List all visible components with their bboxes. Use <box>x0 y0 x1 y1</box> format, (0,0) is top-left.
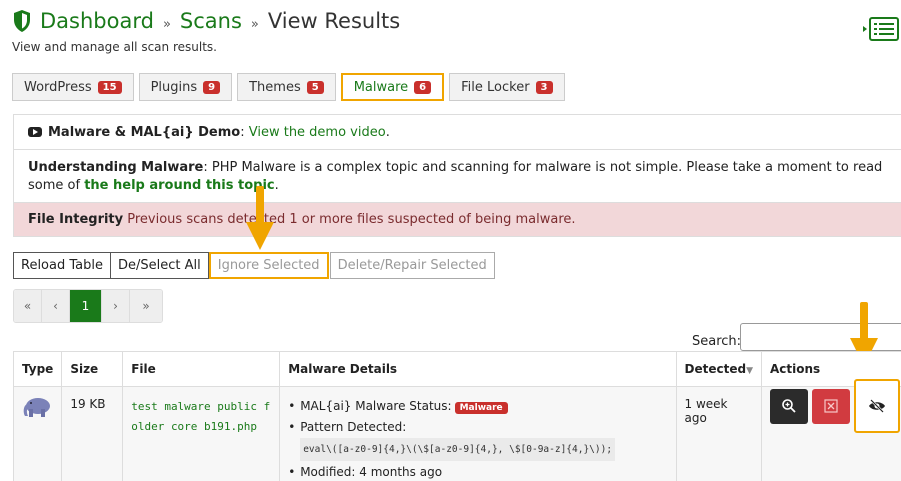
understanding-period: . <box>274 178 279 193</box>
close-icon <box>824 399 838 413</box>
table-row[interactable]: 19 KB test malware public folder core b1… <box>12 379 901 481</box>
search-label: Search: <box>692 334 742 349</box>
reload-table-button[interactable]: Reload Table <box>13 252 111 279</box>
breadcrumb-separator: » <box>162 16 171 32</box>
tab-label: WordPress <box>24 79 92 95</box>
eye-slash-icon <box>869 399 885 413</box>
delete-file-button[interactable] <box>812 388 850 424</box>
next-page-button[interactable]: › <box>102 290 130 322</box>
integrity-text: Previous scans detected 1 or more files … <box>123 212 576 227</box>
tab-malware[interactable]: Malware 6 <box>340 73 445 101</box>
ignore-selected-button[interactable]: Ignore Selected <box>208 252 329 279</box>
understanding-title: Understanding Malware <box>28 160 204 175</box>
info-panel: Malware & MAL{ai} Demo: View the demo vi… <box>13 114 901 237</box>
malware-status-item: MAL{ai} Malware Status:Malware <box>288 397 667 418</box>
select-all-button[interactable]: De/Select All <box>109 252 209 279</box>
page-title: View Results <box>267 9 401 33</box>
demo-row: Malware & MAL{ai} Demo: View the demo vi… <box>14 115 901 150</box>
delete-repair-selected-button[interactable]: Delete/Repair Selected <box>329 252 495 279</box>
tab-label: Plugins <box>150 79 198 95</box>
tab-file-locker[interactable]: File Locker 3 <box>449 73 565 101</box>
header-type[interactable]: Type <box>12 351 63 387</box>
malware-results-table: Type Size File Malware Details Detected▼… <box>12 351 901 481</box>
demo-colon: : <box>240 124 245 140</box>
breadcrumb: Dashboard » Scans » View Results <box>12 6 400 36</box>
pattern-code: eval\([a-z0-9]{4,}\(\$[a-z0-9]{4,}, \$[0… <box>300 438 616 461</box>
tab-wordpress[interactable]: WordPress 15 <box>12 73 134 101</box>
php-elephant-icon <box>23 398 50 417</box>
malware-status-label: MAL{ai} Malware Status: <box>300 399 452 413</box>
malware-status-badge: Malware <box>454 402 508 414</box>
header-detected[interactable]: Detected▼ <box>675 351 762 387</box>
count-badge: 3 <box>535 80 553 94</box>
shield-icon <box>14 10 30 32</box>
integrity-title: File Integrity <box>28 212 124 227</box>
count-badge: 6 <box>414 80 432 94</box>
file-cell: test malware public folder core b191.php <box>122 386 281 481</box>
count-badge: 9 <box>203 80 221 94</box>
tab-label: Malware <box>353 79 409 95</box>
actions-cell <box>761 379 901 481</box>
table-header-row: Type Size File Malware Details Detected▼… <box>12 351 901 387</box>
pagination: « ‹ 1 › » <box>13 289 163 323</box>
header-size[interactable]: Size <box>61 351 124 387</box>
file-integrity-alert: File Integrity Previous scans detected 1… <box>14 203 901 236</box>
table-actions-bar: Reload Table De/Select All Ignore Select… <box>13 252 495 279</box>
callout-arrow-icon <box>246 186 274 250</box>
sort-desc-icon: ▼ <box>746 366 753 376</box>
tab-plugins[interactable]: Plugins 9 <box>138 73 233 101</box>
type-cell <box>12 386 63 481</box>
last-page-button[interactable]: » <box>130 290 162 322</box>
breadcrumb-dashboard-link[interactable]: Dashboard <box>40 9 154 33</box>
page-subtitle: View and manage all scan results. <box>12 40 217 54</box>
breadcrumb-separator: » <box>250 16 259 32</box>
malware-details-list: MAL{ai} Malware Status:Malware Pattern D… <box>288 397 667 481</box>
pattern-label: Pattern Detected: <box>300 420 407 434</box>
modified-item: Modified: 4 months ago <box>288 463 667 481</box>
header-detected-label: Detected <box>684 362 747 376</box>
ignore-file-button[interactable] <box>854 379 900 433</box>
scan-type-tabs: WordPress 15 Plugins 9 Themes 5 Malware 6 Fi… <box>12 73 570 101</box>
view-details-button[interactable] <box>770 388 808 424</box>
first-page-button[interactable]: « <box>14 290 42 322</box>
count-badge: 5 <box>306 80 324 94</box>
demo-video-link[interactable]: View the demo video <box>249 125 386 140</box>
details-cell: MAL{ai} Malware Status:Malware Pattern D… <box>279 386 677 481</box>
tab-label: Themes <box>249 79 301 95</box>
demo-title: Malware & MAL{ai} Demo <box>48 124 241 140</box>
header-file[interactable]: File <box>122 351 281 387</box>
detected-cell: 1 week ago <box>675 386 762 481</box>
row-actions <box>770 379 901 433</box>
demo-period: . <box>385 124 390 140</box>
pattern-item: Pattern Detected: eval\([a-z0-9]{4,}\(\$[… <box>288 418 667 463</box>
tab-themes[interactable]: Themes 5 <box>237 73 336 101</box>
understanding-row: Understanding Malware: PHP Malware is a … <box>14 150 901 203</box>
page-1-button[interactable]: 1 <box>70 290 102 322</box>
tab-label: File Locker <box>461 79 530 95</box>
breadcrumb-scans-link[interactable]: Scans <box>180 9 242 33</box>
prev-page-button[interactable]: ‹ <box>42 290 70 322</box>
collapse-menu-icon[interactable] <box>862 16 900 42</box>
zoom-in-icon <box>782 399 796 413</box>
file-name-link[interactable]: test malware public folder core b191.php <box>131 397 271 437</box>
size-cell: 19 KB <box>61 386 124 481</box>
count-badge: 15 <box>97 80 122 94</box>
youtube-icon <box>28 127 42 137</box>
header-malware-details[interactable]: Malware Details <box>279 351 677 387</box>
